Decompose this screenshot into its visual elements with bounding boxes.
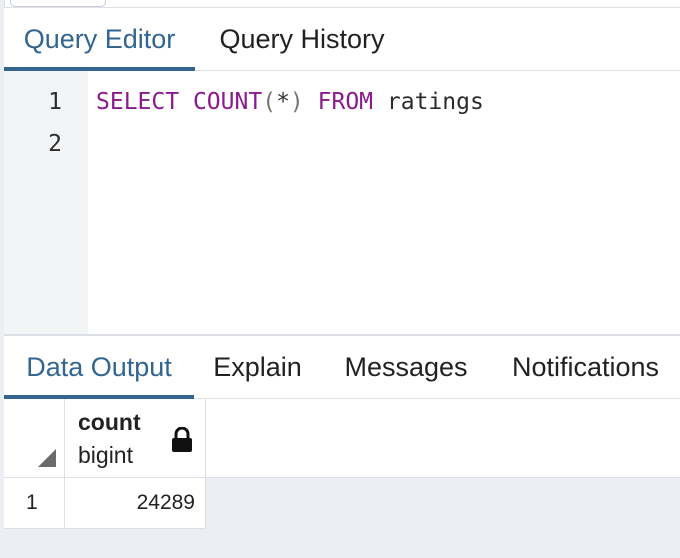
line-number-gutter: 1 2 <box>4 71 88 335</box>
top-pane-edge <box>0 0 680 8</box>
column-header-count[interactable]: count bigint <box>65 399 206 478</box>
result-grid[interactable]: count bigint 1 24289 <box>4 399 680 558</box>
editor-tab-bar: Query Editor Query History <box>4 8 680 71</box>
asterisk: * <box>276 89 290 115</box>
tab-label: Notifications <box>511 352 660 382</box>
code-line[interactable]: SELECT COUNT(*) FROM ratings <box>96 81 484 123</box>
sql-function-count: COUNT <box>192 89 263 115</box>
tab-label: Query History <box>219 24 385 54</box>
row-number[interactable]: 1 <box>4 478 65 529</box>
corner-triangle-icon <box>38 449 56 467</box>
line-number: 2 <box>48 131 62 157</box>
column-name: count <box>78 409 141 435</box>
sql-keyword-select: SELECT <box>96 89 180 115</box>
line-number: 1 <box>48 89 62 115</box>
tab-query-editor[interactable]: Query Editor <box>4 8 195 71</box>
output-tab-bar: Data Output Explain Messages Notificatio… <box>4 336 680 399</box>
select-all-corner[interactable] <box>4 399 65 478</box>
tab-explain[interactable]: Explain <box>194 336 321 398</box>
lock-icon <box>172 427 192 452</box>
tab-label: Explain <box>213 352 302 382</box>
tab-notifications[interactable]: Notifications <box>491 336 680 398</box>
tab-label: Data Output <box>26 352 172 382</box>
column-type: bigint <box>78 442 133 468</box>
splitter-handle[interactable] <box>10 0 106 7</box>
table-name: ratings <box>386 89 484 115</box>
close-paren: ) <box>289 89 304 115</box>
query-tool: Query Editor Query History 1 2 SELECT CO… <box>0 0 680 558</box>
tab-messages[interactable]: Messages <box>321 336 491 398</box>
sql-keyword-from: FROM <box>317 89 374 115</box>
tab-label: Query Editor <box>23 24 176 54</box>
sql-editor[interactable]: 1 2 SELECT COUNT(*) FROM ratings <box>4 71 680 335</box>
tab-data-output[interactable]: Data Output <box>4 336 194 399</box>
header-filler <box>206 399 680 478</box>
open-paren: ( <box>262 89 277 115</box>
tab-query-history[interactable]: Query History <box>195 8 409 70</box>
tab-label: Messages <box>344 352 468 382</box>
table-cell[interactable]: 24289 <box>65 478 206 529</box>
